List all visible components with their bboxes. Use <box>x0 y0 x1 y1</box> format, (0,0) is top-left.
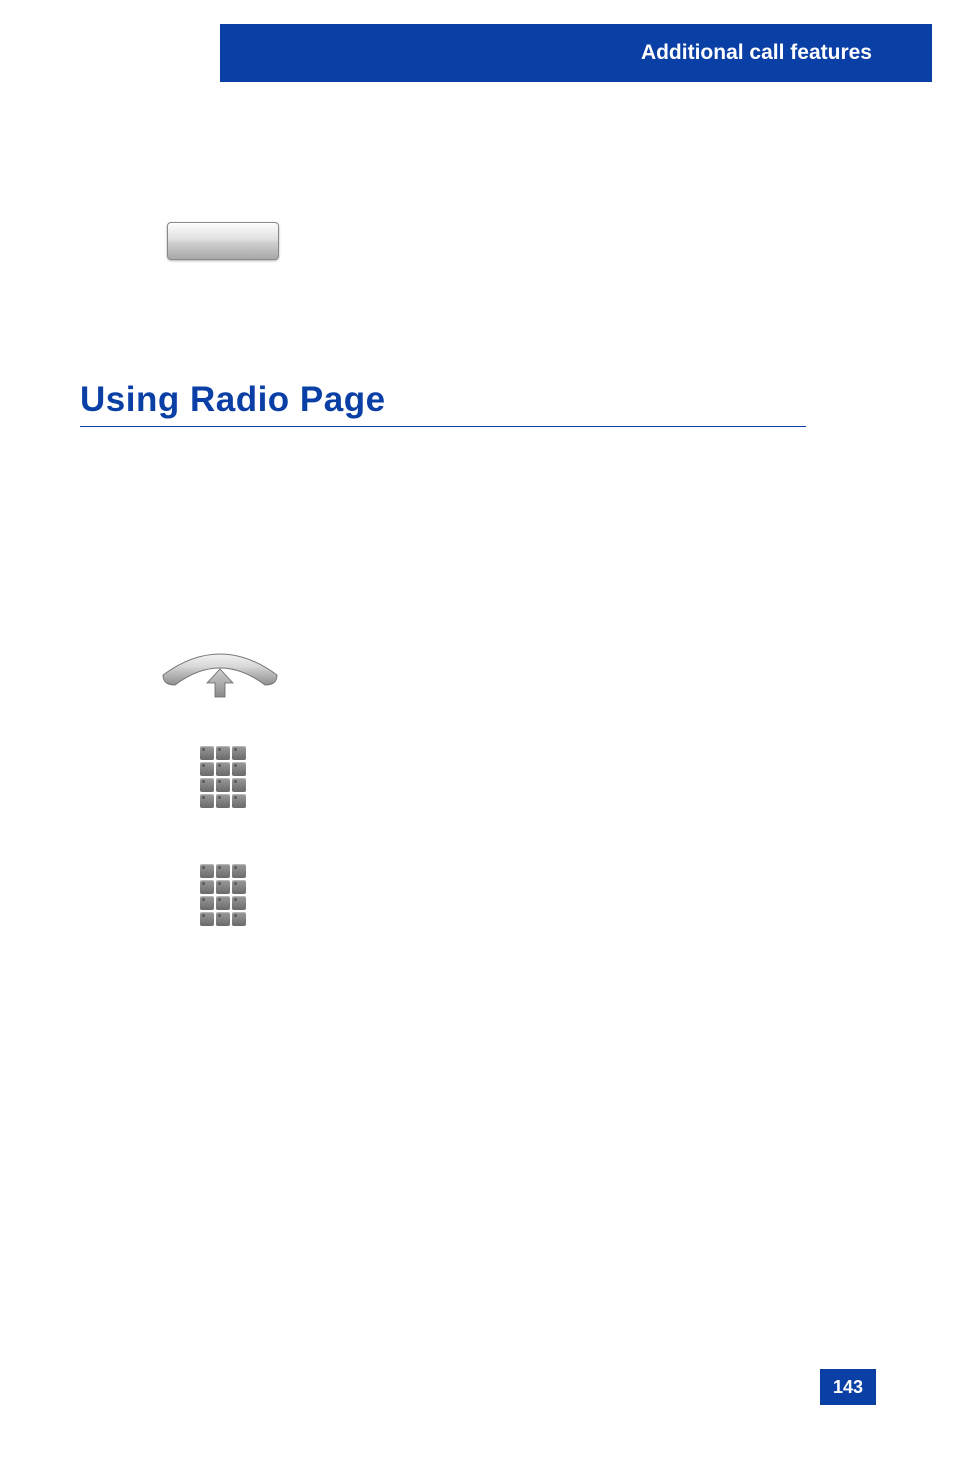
page-number: 143 <box>820 1369 876 1405</box>
section-title: Using Radio Page <box>80 380 386 420</box>
header-title: Additional call features <box>641 41 872 65</box>
header-bar: Additional call features <box>220 24 932 82</box>
page-number-text: 143 <box>833 1377 863 1398</box>
dialpad-icon <box>200 746 246 808</box>
section-title-underline <box>80 426 806 427</box>
handset-lift-icon <box>155 645 285 706</box>
soft-key-button[interactable] <box>167 222 279 260</box>
dialpad-icon <box>200 864 246 926</box>
